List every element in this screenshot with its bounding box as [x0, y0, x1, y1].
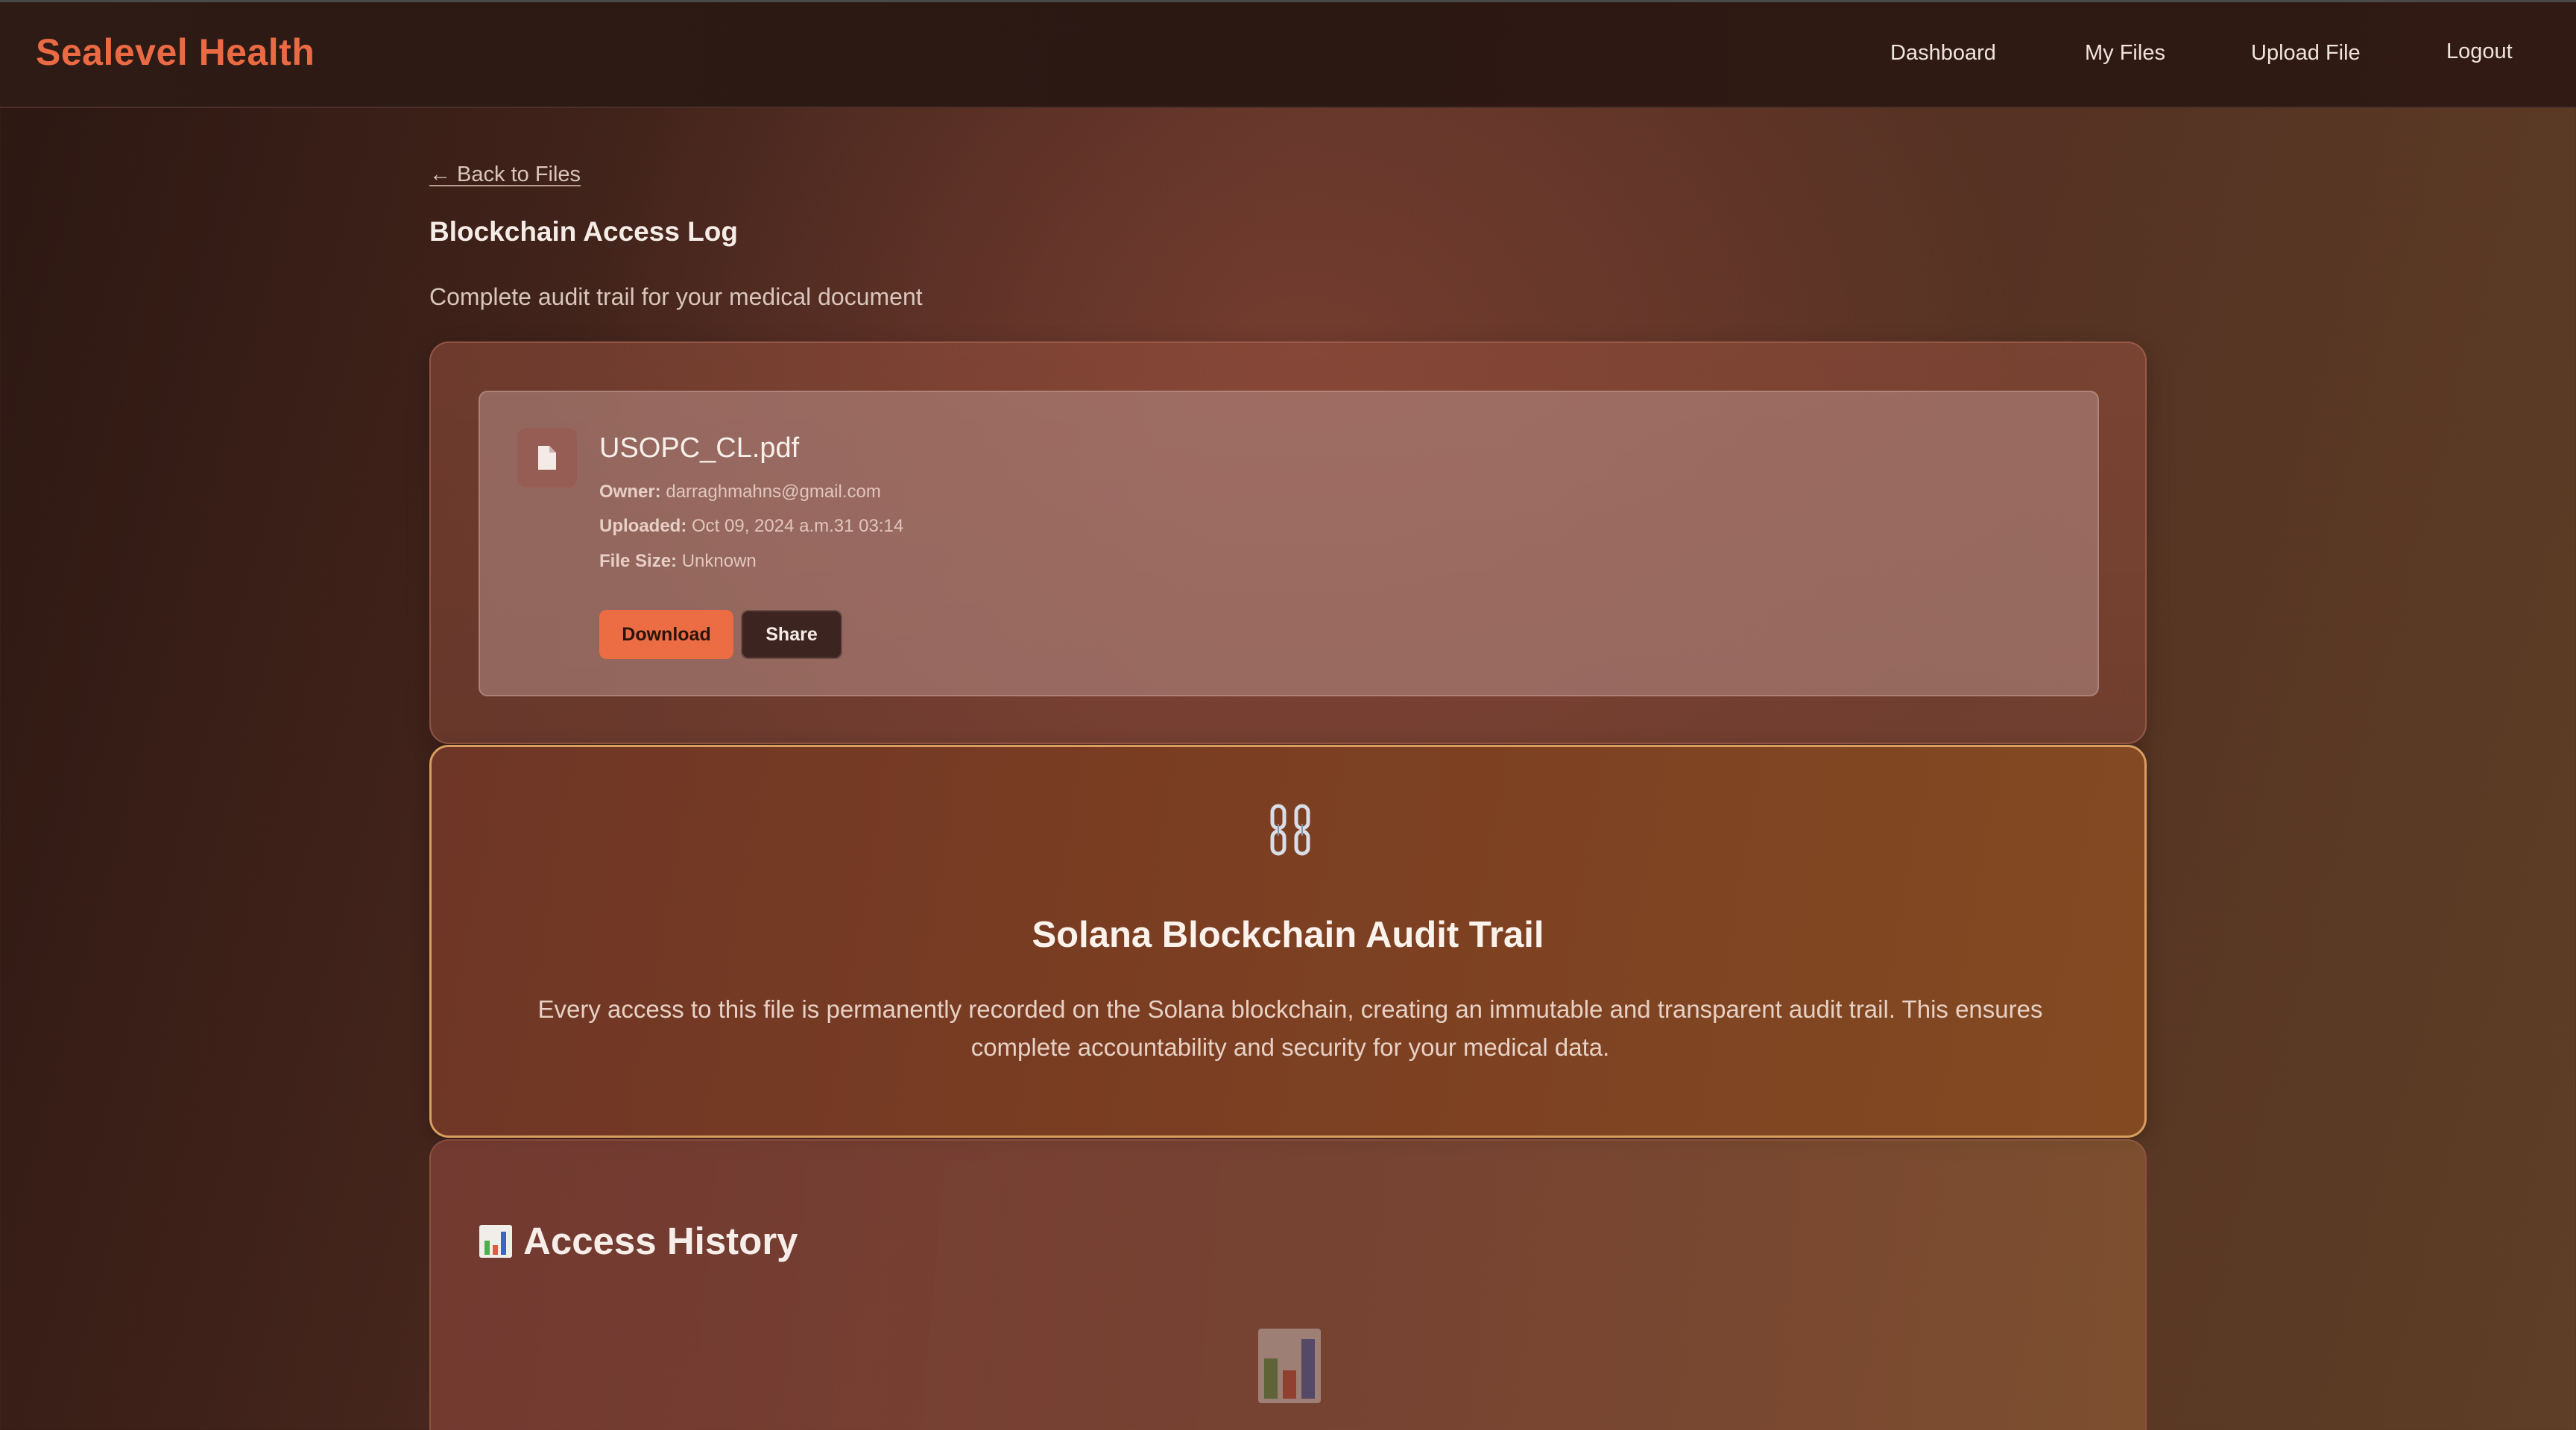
uploaded-label: Uploaded: — [599, 516, 687, 536]
brand-logo[interactable]: Sealevel Health — [36, 31, 315, 74]
file-owner: Owner: darraghmahns@gmail.com — [599, 482, 881, 503]
owner-value: darraghmahns@gmail.com — [666, 482, 881, 502]
nav-dashboard-link[interactable]: Dashboard — [1890, 41, 1996, 66]
chain-link-icon — [1266, 803, 1314, 857]
file-details-card: USOPC_CL.pdf Owner: darraghmahns@gmail.c… — [429, 341, 2147, 744]
top-navbar: Sealevel Health Dashboard My Files Uploa… — [0, 0, 2576, 108]
back-to-files-link[interactable]: ← Back to Files — [429, 163, 581, 187]
blockchain-description: Every access to this file is permanently… — [537, 995, 2043, 1061]
file-uploaded: Uploaded: Oct 09, 2024 a.m.31 03:14 — [599, 516, 903, 537]
empty-history-chart-icon — [1258, 1329, 1321, 1403]
access-history-heading: Access History — [479, 1219, 798, 1263]
file-size: File Size: Unknown — [599, 551, 757, 572]
document-icon — [517, 428, 577, 488]
nav-upload-file-link[interactable]: Upload File — [2251, 41, 2361, 66]
file-name: USOPC_CL.pdf — [599, 432, 800, 464]
owner-label: Owner: — [599, 482, 661, 502]
uploaded-value: Oct 09, 2024 a.m.31 03:14 — [692, 516, 904, 536]
access-history-title: Access History — [523, 1220, 798, 1262]
blockchain-info-card: Solana Blockchain Audit Trail Every acce… — [429, 745, 2147, 1138]
blockchain-title: Solana Blockchain Audit Trail — [1032, 915, 1544, 955]
download-button[interactable]: Download — [599, 610, 733, 659]
page-title: Blockchain Access Log — [429, 216, 738, 247]
size-value: Unknown — [681, 551, 757, 571]
bar-chart-icon — [479, 1224, 512, 1258]
size-label: File Size: — [599, 551, 678, 571]
file-info-panel: USOPC_CL.pdf Owner: darraghmahns@gmail.c… — [479, 391, 2099, 696]
share-button[interactable]: Share — [741, 610, 842, 659]
nav-logout-link[interactable]: Logout — [2446, 40, 2513, 64]
nav-my-files-link[interactable]: My Files — [2085, 41, 2165, 66]
access-history-card: Access History — [429, 1139, 2147, 1430]
page-subtitle: Complete audit trail for your medical do… — [429, 283, 923, 310]
